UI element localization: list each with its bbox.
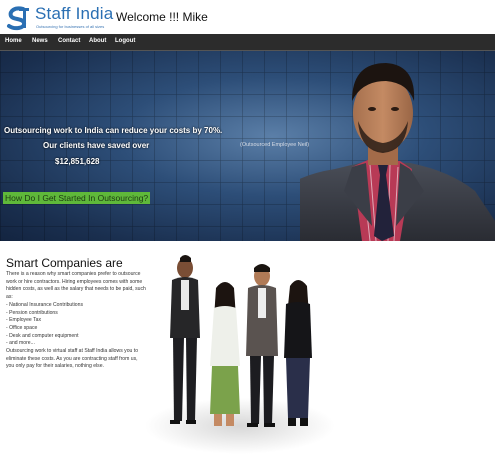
hero-savings-label: Our clients have saved over: [43, 141, 150, 150]
team-photo: [145, 255, 335, 454]
hero-photo-caption: (Outsourced Employee Neil): [240, 142, 310, 148]
list-item: - Employee Tax: [6, 317, 42, 324]
get-started-button[interactable]: How Do I Get Started In Outsourcing?: [3, 192, 151, 204]
list-item: - Pension contributions: [6, 309, 58, 316]
nav-news[interactable]: News: [32, 38, 48, 44]
staff-india-logo-icon: [5, 5, 31, 31]
site-header: Staff India Outsourcing for businesses o…: [0, 0, 495, 33]
hero-savings-amount: $12,851,628: [55, 157, 100, 166]
welcome-message: Welcome !!! Mike: [116, 10, 208, 24]
section-title: Smart Companies are: [6, 256, 123, 270]
logo-name: Staff India: [35, 4, 114, 23]
nav-contact[interactable]: Contact: [58, 38, 80, 44]
nav-about[interactable]: About: [89, 38, 106, 44]
main-content: Smart Companies are There is a reason wh…: [0, 241, 495, 468]
nav-home[interactable]: Home: [5, 38, 22, 44]
hero-employee-photo: [300, 63, 495, 241]
list-item: - Office space: [6, 324, 38, 331]
list-item: - Desk and computer equipment: [6, 332, 79, 339]
section-body: There is a reason why smart companies pr…: [6, 271, 146, 371]
site-logo[interactable]: Staff India Outsourcing for businesses o…: [3, 3, 113, 33]
logo-tagline: Outsourcing for businesses of all sizes: [36, 24, 105, 29]
hero-headline: Outsourcing work to India can reduce you…: [4, 126, 223, 135]
outro-paragraph: Outsourcing work to virtual staff at Sta…: [6, 348, 139, 370]
list-item: - and more...: [6, 340, 35, 347]
intro-paragraph: There is a reason why smart companies pr…: [6, 271, 146, 301]
hero-banner: Outsourcing work to India can reduce you…: [0, 51, 495, 241]
main-nav: Home News Contact About Logout: [0, 34, 495, 51]
nav-logout[interactable]: Logout: [115, 38, 135, 44]
list-item: - National Insurance Contributions: [6, 301, 84, 308]
